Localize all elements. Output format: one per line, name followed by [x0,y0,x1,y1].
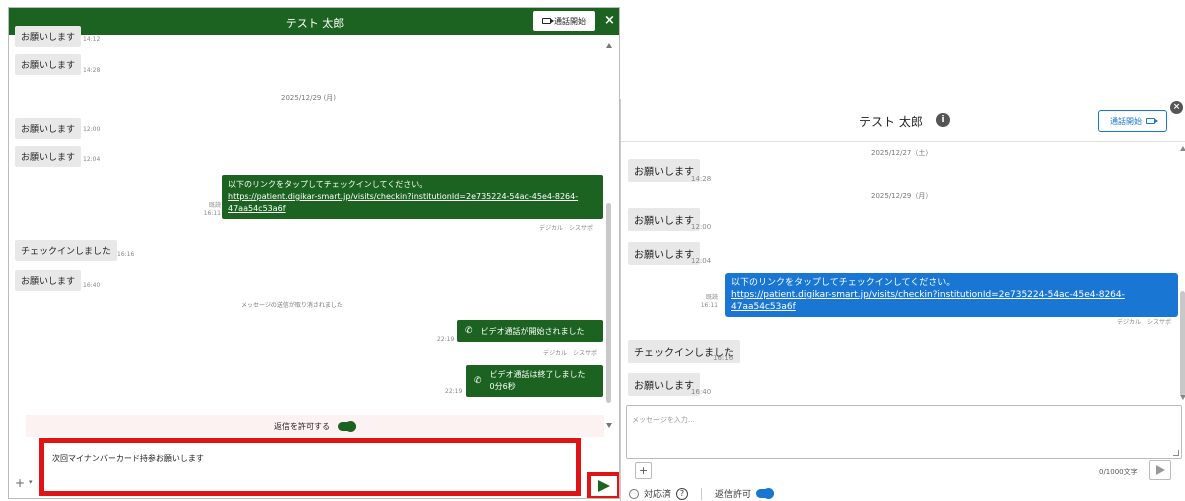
incoming-message: お願いします [628,159,700,182]
video-camera-icon [1146,118,1158,124]
allow-reply-toggle[interactable] [756,488,775,499]
incoming-message: お願いします [628,242,700,265]
allow-reply-bar: 返信を許可する [26,415,604,437]
video-camera-icon [542,18,554,24]
message-time: 16:40 [83,282,101,289]
message-input-highlight[interactable]: 次回マイナンバーカード持参お願いします [39,438,581,496]
date-divider: 2025/12/29（月） [871,192,933,200]
send-icon [1155,465,1165,475]
scroll-up-arrow-icon[interactable] [1180,146,1185,151]
left-chat-panel: テスト 太郎 通話開始 × お願いします 14:12 お願いします 14:28 … [8,7,620,499]
help-icon[interactable]: ? [676,487,689,500]
message-time: 22:19 [437,336,455,343]
incoming-message: お願いします [628,208,700,231]
call-ended-message: ✆ ビデオ通話は終了しました 0分6秒 [466,365,603,397]
message-sender: デジカル シスサポ [543,350,598,357]
message-time: 12:00 [83,126,101,133]
attach-caret-icon[interactable]: ▾ [29,478,33,486]
message-sender: デジカル シスサポ [1117,319,1172,326]
right-chat-panel: テスト 太郎 i 通話開始 × 2025/12/27（土） お願いします 14:… [620,99,1185,501]
send-button[interactable] [1149,460,1171,480]
scroll-thumb[interactable] [1180,291,1185,396]
message-time: 16:16 [713,354,734,362]
resize-handle-icon[interactable] [1173,450,1179,456]
message-time: 12:04 [691,257,712,265]
send-button[interactable] [587,472,619,498]
left-scrollbar[interactable] [604,35,614,428]
message-time: 12:00 [691,223,712,231]
attach-plus-button[interactable]: + [635,462,652,479]
message-time: 16:16 [117,251,135,258]
message-time: 14:28 [691,175,712,183]
responded-label: 対応済 [644,490,672,500]
phone-icon: ✆ [474,376,482,386]
date-divider: 2025/12/27（土） [871,149,933,157]
allow-reply-label: 返信許可 [715,490,752,500]
left-call-start-button[interactable]: 通話開始 [533,11,595,31]
incoming-message: チェックインしました [15,240,118,261]
allow-reply-label: 返信を許可する [274,421,330,431]
right-chat-title: テスト 太郎 [859,115,923,129]
incoming-message: お願いします [15,54,82,75]
left-chat-header: テスト 太郎 通話開始 × [9,8,619,35]
right-call-start-label: 通話開始 [1110,116,1142,126]
phone-icon: ✆ [465,326,473,336]
message-input[interactable]: メッセージを入力... [626,405,1182,459]
scroll-down-arrow-icon[interactable] [606,423,612,428]
read-status: 既読 16:11 [700,294,718,309]
attach-plus-icon[interactable]: + [15,476,25,490]
scroll-up-arrow-icon[interactable] [606,43,612,48]
incoming-message: お願いします [15,270,82,291]
message-input-placeholder: メッセージを入力... [632,416,695,424]
incoming-message: お願いします [15,146,82,167]
message-time: 14:28 [83,67,101,74]
date-divider: 2025/12/29 (月) [281,94,337,102]
footer-divider [701,487,703,500]
message-time: 12:04 [83,156,101,163]
scroll-down-arrow-icon[interactable] [1180,395,1185,400]
responded-radio[interactable] [629,488,639,499]
revoked-notice: メッセージの送信が取り消されました [241,302,343,309]
checkin-link[interactable]: https://patient.digikar-smart.jp/visits/… [731,290,1125,312]
read-status: 既読 16:11 [203,202,221,217]
send-icon [598,480,610,492]
message-time: 14:12 [83,36,101,43]
info-icon[interactable]: i [936,113,950,127]
left-chat-title: テスト 太郎 [285,17,345,30]
left-call-start-label: 通話開始 [554,16,586,26]
left-close-icon[interactable]: × [604,13,615,28]
call-started-message: ✆ ビデオ通話が開始されました [457,320,603,342]
allow-reply-toggle[interactable] [338,420,356,432]
incoming-message: お願いします [15,118,82,139]
outgoing-link-message: 以下のリンクをタップしてチェックインしてください。 https://patien… [222,175,603,219]
outgoing-link-message: 以下のリンクをタップしてチェックインしてください。 https://patien… [725,273,1178,317]
right-chat-header: テスト 太郎 i 通話開始 × [621,99,1185,142]
message-input-text: 次回マイナンバーカード持参お願いします [52,454,204,463]
char-count: 0/1000文字 [1099,468,1138,476]
checkin-link[interactable]: https://patient.digikar-smart.jp/visits/… [228,192,578,213]
right-close-icon[interactable]: × [1170,101,1183,114]
right-call-start-button[interactable]: 通話開始 [1098,110,1167,132]
incoming-message: お願いします [628,373,700,396]
right-footer: 対応済 ? 返信許可 [629,487,775,500]
message-time: 16:40 [691,388,712,396]
message-time: 22:19 [445,388,463,395]
incoming-message: お願いします [15,26,82,47]
message-sender: デジカル シスサポ [539,225,594,232]
scroll-thumb[interactable] [606,203,611,403]
